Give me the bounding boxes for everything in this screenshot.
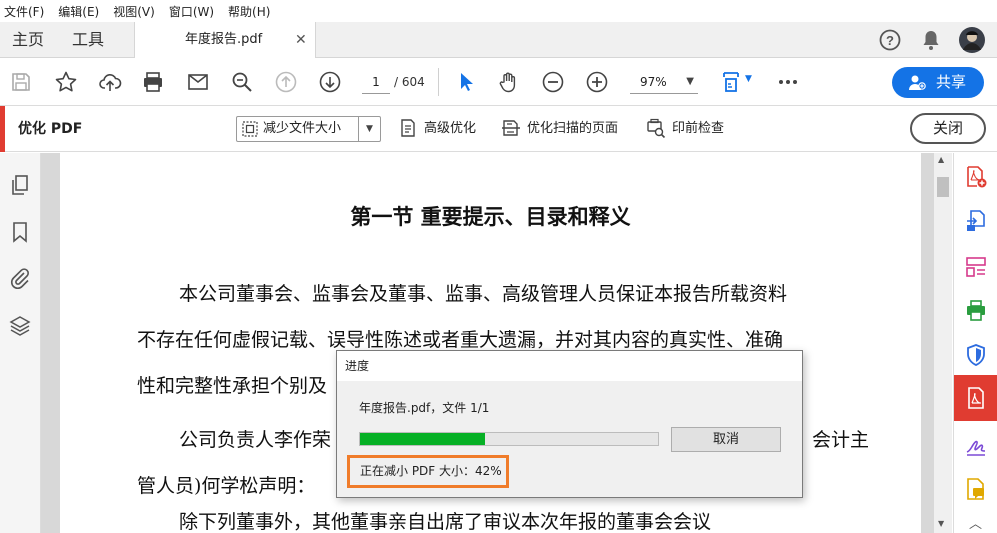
prev-page-icon[interactable] <box>274 70 298 94</box>
dialog-status-text: 正在减小 PDF 大小：42% <box>347 455 509 488</box>
preflight-button[interactable]: 印前检查 <box>646 106 724 152</box>
zoom-search-icon[interactable] <box>230 70 254 94</box>
document-line: 会计主 <box>812 429 870 451</box>
tab-document-label: 年度报告.pdf <box>185 32 263 47</box>
cloud-upload-icon[interactable] <box>98 70 122 94</box>
preflight-icon <box>647 118 666 138</box>
page-number-input[interactable]: 1 <box>362 70 390 94</box>
scroll-up-icon[interactable]: ▲ <box>938 155 944 164</box>
zoom-level-value: 97% <box>640 75 667 89</box>
zoom-out-icon[interactable] <box>541 70 565 94</box>
share-label: 共享 <box>936 73 967 91</box>
add-user-icon <box>909 75 926 90</box>
zoom-in-icon[interactable] <box>585 70 609 94</box>
save-icon[interactable] <box>9 70 33 94</box>
menu-window[interactable]: 窗口(W) <box>169 3 214 20</box>
document-line: 本公司董事会、监事会及董事、监事、高级管理人员保证本报告所载资料 <box>179 283 788 305</box>
tab-home[interactable]: 主页 <box>12 22 44 57</box>
dialog-title: 进度 <box>337 351 802 381</box>
hand-tool-icon[interactable] <box>497 70 521 94</box>
progress-bar-fill <box>360 433 486 445</box>
main-toolbar: 1 / 604 97% ▼ ▼ 共享 <box>0 58 997 106</box>
acrobat-window: 文件(F) 编辑(E) 视图(V) 窗口(W) 帮助(H) 主页 工具 年度报告… <box>0 0 997 533</box>
bookmark-icon[interactable] <box>8 220 32 244</box>
vertical-scrollbar[interactable]: ▲ ▼ <box>934 153 952 533</box>
more-icon[interactable] <box>776 70 800 94</box>
dialog-file-line: 年度报告.pdf，文件 1/1 <box>359 401 490 415</box>
print-production-icon[interactable] <box>964 299 988 323</box>
star-icon[interactable] <box>54 70 78 94</box>
tab-tools[interactable]: 工具 <box>72 22 104 57</box>
optimize-pdf-icon <box>968 387 984 409</box>
chevron-down-icon: ▼ <box>686 76 694 87</box>
zoom-level-select[interactable]: 97% ▼ <box>630 70 698 94</box>
progress-dialog: 进度 年度报告.pdf，文件 1/1 取消 正在减小 PDF 大小：42% <box>336 350 803 498</box>
document-line: 性和完整性承担个别及 <box>137 375 328 397</box>
section-heading: 第一节 重要提示、目录和释义 <box>350 204 631 229</box>
reduce-file-size-label: 减少文件大小 <box>263 121 342 136</box>
create-pdf-icon[interactable] <box>964 165 988 189</box>
organize-pages-icon[interactable] <box>964 255 988 279</box>
next-page-icon[interactable] <box>318 70 342 94</box>
layers-icon[interactable] <box>8 314 32 338</box>
scan-pages-icon <box>502 120 520 136</box>
advanced-optimize-icon <box>401 119 415 137</box>
page-fit-caret-icon[interactable]: ▼ <box>745 74 752 84</box>
comment-icon[interactable] <box>964 477 988 501</box>
optimize-scanned-pages-button[interactable]: 优化扫描的页面 <box>501 106 618 152</box>
page-fit-icon[interactable] <box>720 70 744 94</box>
close-tab-icon[interactable]: ✕ <box>295 22 307 58</box>
close-tool-button[interactable]: 关闭 <box>910 113 986 144</box>
left-navigation-rail <box>0 153 41 533</box>
bell-icon[interactable] <box>919 28 943 52</box>
menu-edit[interactable]: 编辑(E) <box>58 3 99 20</box>
tab-bar: 主页 工具 年度报告.pdf ✕ ? <box>0 22 997 58</box>
advanced-optimize-button[interactable]: 高级优化 <box>398 106 476 152</box>
document-line: 管人员)何学松声明： <box>137 475 316 497</box>
attachment-icon[interactable] <box>8 266 32 290</box>
optimize-pdf-tool-active[interactable] <box>954 375 997 421</box>
help-icon[interactable]: ? <box>878 28 902 52</box>
chevron-up-icon[interactable]: ︿ <box>969 513 982 532</box>
optimize-pdf-toolbar: 优化 PDF 减少文件大小 ▼ 高级优化 优化扫描的页面 印前检查 关闭 <box>0 106 997 152</box>
scroll-down-icon[interactable]: ▼ <box>938 519 944 528</box>
menu-file[interactable]: 文件(F) <box>4 3 44 20</box>
tool-title: 优化 PDF <box>18 121 83 137</box>
reduce-options-dropdown[interactable]: ▼ <box>358 117 380 141</box>
document-line: 公司负责人李作荣 <box>179 429 332 451</box>
print-icon[interactable] <box>141 70 165 94</box>
page-total: / 604 <box>394 75 425 89</box>
reduce-size-icon <box>242 121 258 137</box>
progress-bar <box>359 432 659 446</box>
svg-text:?: ? <box>886 33 894 48</box>
scroll-thumb[interactable] <box>937 177 949 197</box>
mail-icon[interactable] <box>186 70 210 94</box>
avatar[interactable] <box>958 26 986 54</box>
menu-help[interactable]: 帮助(H) <box>228 3 270 20</box>
share-button[interactable]: 共享 <box>892 67 984 98</box>
menu-bar: 文件(F) 编辑(E) 视图(V) 窗口(W) 帮助(H) <box>0 0 997 22</box>
fill-sign-icon[interactable] <box>964 433 988 457</box>
tool-accent-marker <box>0 106 5 152</box>
protect-shield-icon[interactable] <box>964 343 988 367</box>
right-tools-rail: ︿ <box>953 153 997 533</box>
export-pdf-icon[interactable] <box>964 209 988 233</box>
toolbar-divider <box>438 68 439 96</box>
document-line: 不存在任何虚假记载、误导性陈述或者重大遗漏，并对其内容的真实性、准确 <box>137 329 784 351</box>
menu-view[interactable]: 视图(V) <box>113 3 155 20</box>
document-line: 除下列董事外，其他董事亲自出席了审议本次年报的董事会会议 <box>179 511 712 533</box>
reduce-file-size-button[interactable]: 减少文件大小 ▼ <box>236 116 381 142</box>
cancel-button[interactable]: 取消 <box>671 427 781 452</box>
tab-document[interactable]: 年度报告.pdf ✕ <box>134 22 316 58</box>
page-thumbnails-icon[interactable] <box>8 173 32 197</box>
select-cursor-icon[interactable] <box>454 70 478 94</box>
